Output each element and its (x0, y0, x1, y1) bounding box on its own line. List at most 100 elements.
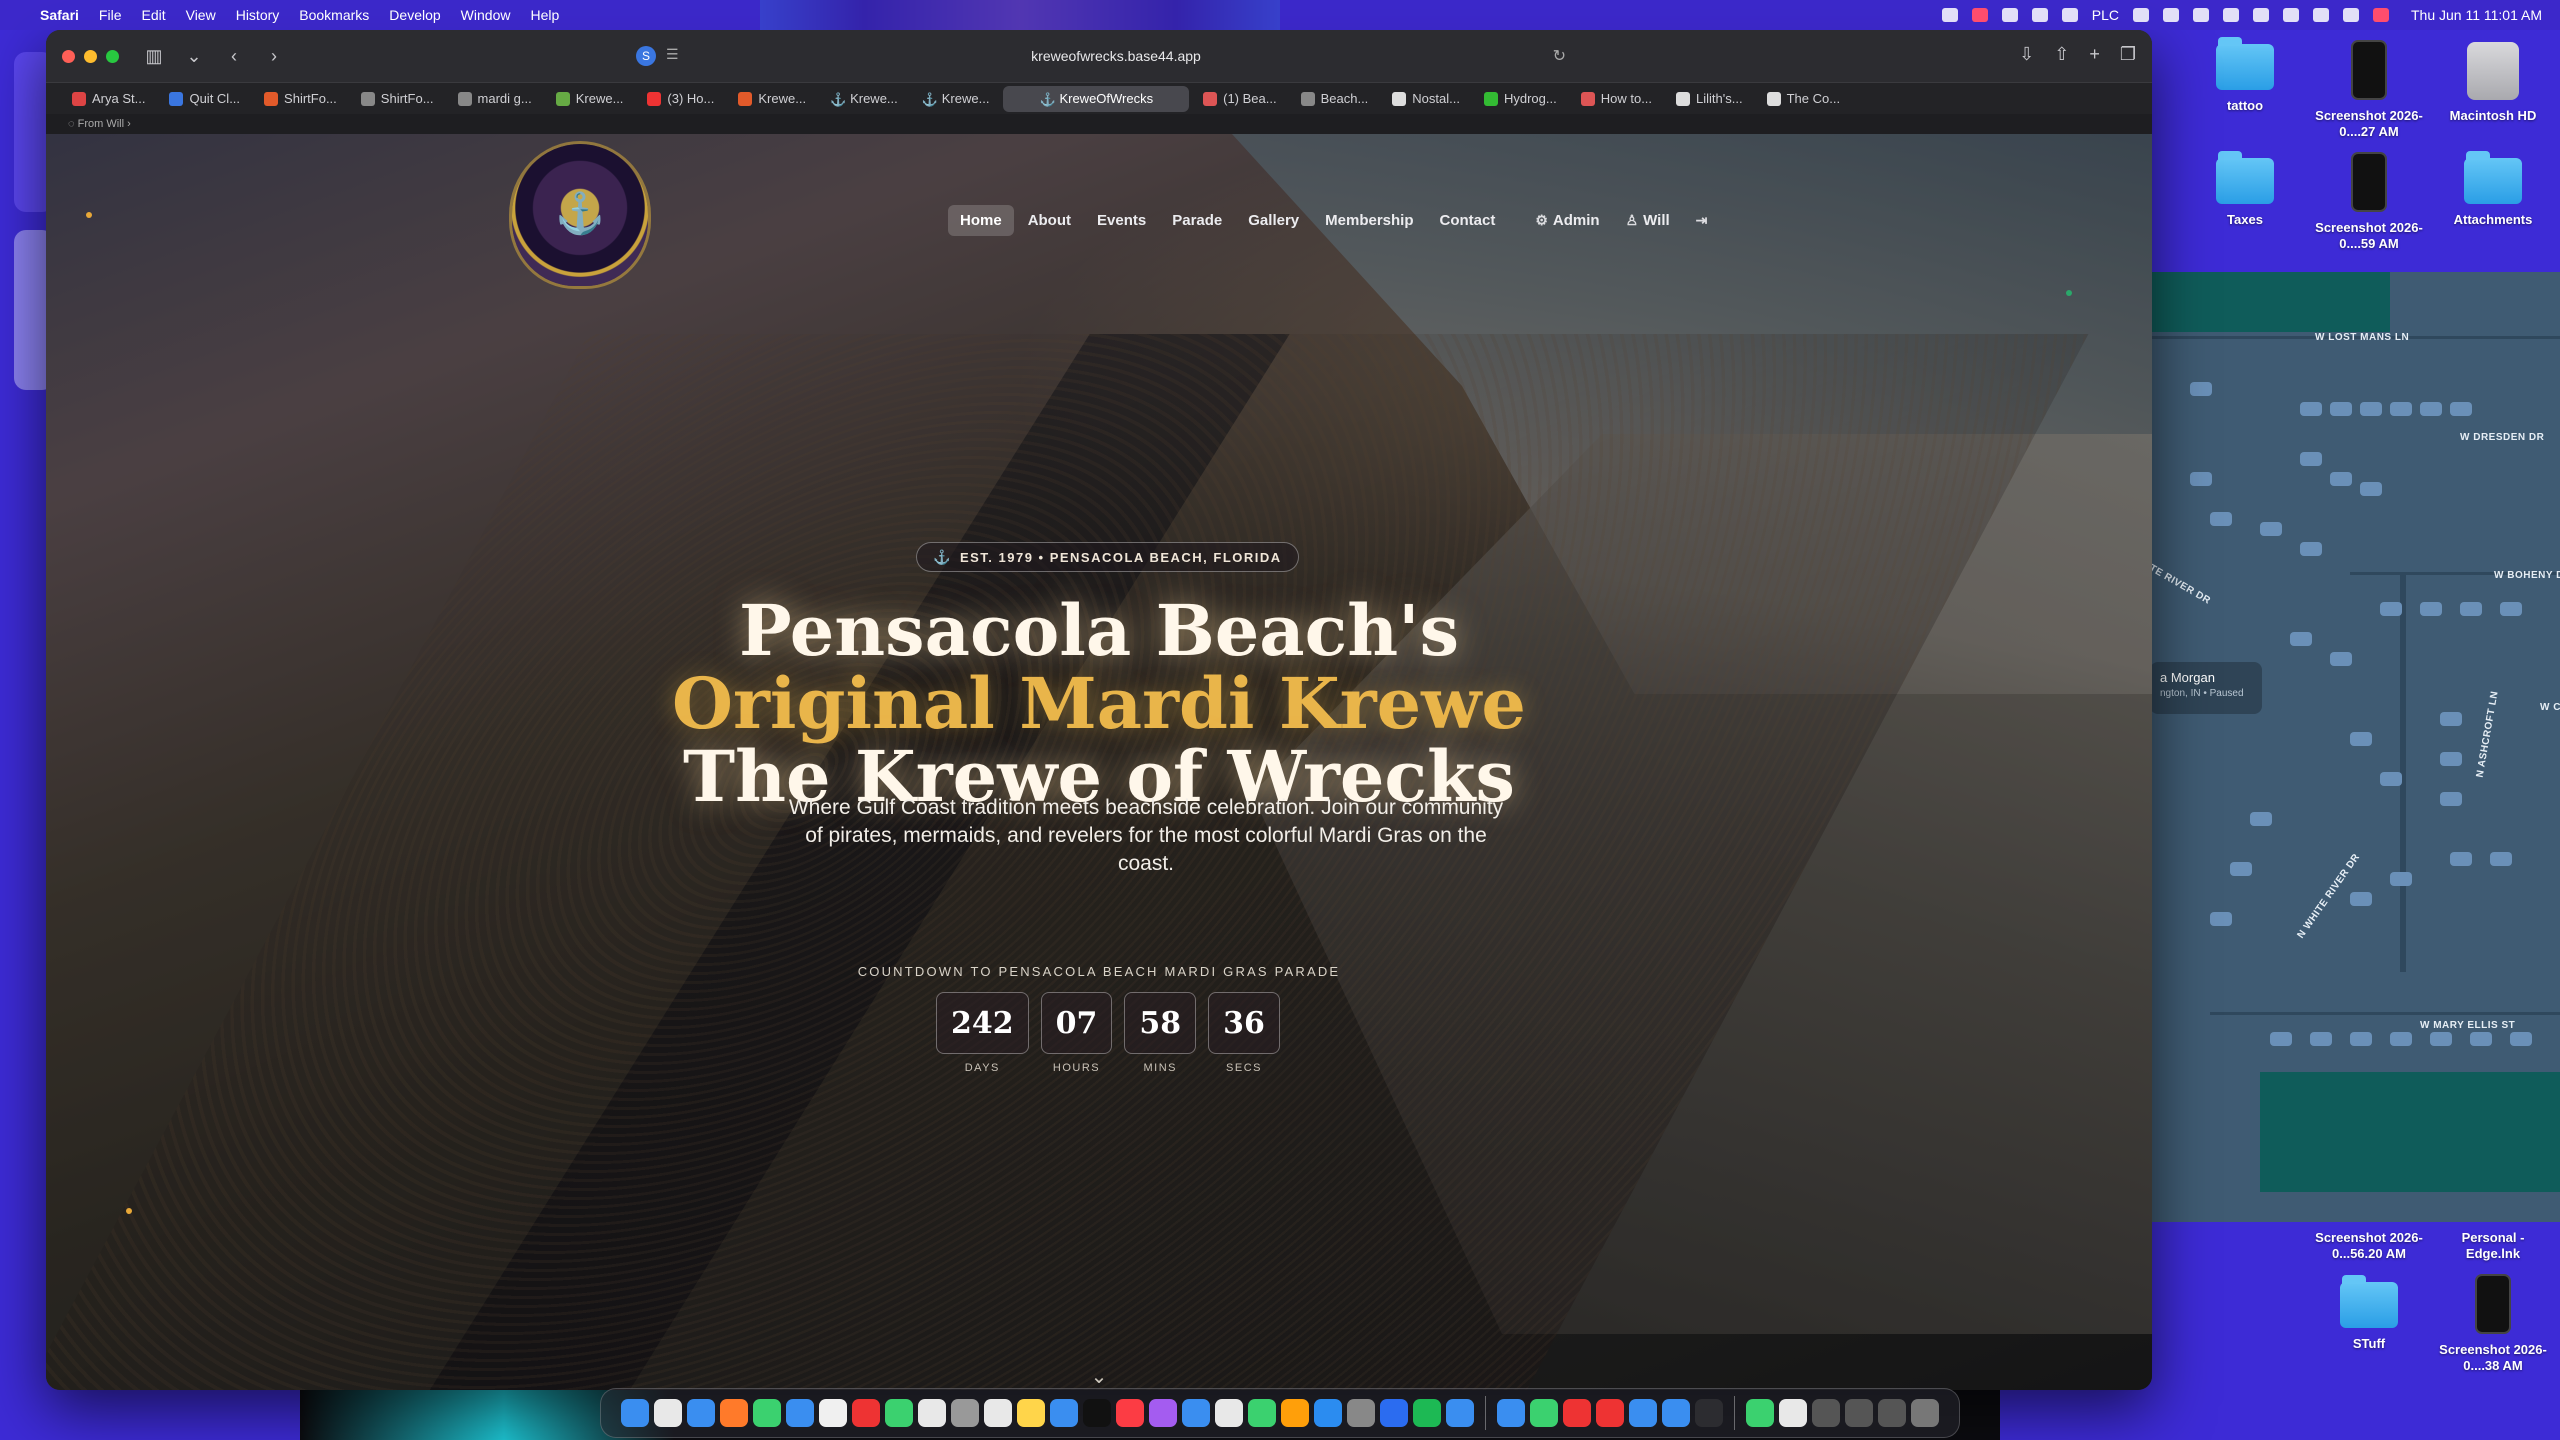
zoom-window-button[interactable] (106, 49, 119, 63)
minimize-window-button[interactable] (84, 49, 97, 63)
status-app-icon[interactable] (1941, 8, 1958, 22)
desktop-icon[interactable]: Taxes (2190, 151, 2300, 228)
volume-icon[interactable] (2222, 8, 2239, 22)
status-app-icon[interactable] (2031, 8, 2048, 22)
dock-app-icon[interactable] (1116, 1399, 1144, 1427)
maps-window[interactable]: W LOST MANS LN W DRESDEN DR W BOHENY DR … (2150, 272, 2560, 1222)
scroll-down-chevron-icon[interactable]: ⌄ (46, 1364, 2152, 1389)
nav-gallery[interactable]: Gallery (1236, 205, 1311, 236)
dock-app-icon[interactable] (1149, 1399, 1177, 1427)
browser-tab[interactable]: (1) Bea... (1193, 86, 1286, 112)
page-settings-icon[interactable]: ☰ (666, 46, 679, 63)
status-app-icon[interactable] (2162, 8, 2179, 22)
downloads-icon[interactable]: ⇩ (2019, 44, 2034, 65)
dock-app-icon[interactable] (1314, 1399, 1342, 1427)
extension-icon[interactable]: S (636, 46, 656, 66)
browser-tab[interactable]: ⚓ Krewe... (912, 86, 1000, 112)
browser-tab[interactable]: Krewe... (546, 86, 634, 112)
dock-app-icon[interactable] (1662, 1399, 1690, 1427)
dock-app-icon[interactable] (918, 1399, 946, 1427)
dock-app-icon[interactable] (1413, 1399, 1441, 1427)
back-arrow-icon[interactable]: ‹ (223, 46, 245, 67)
desktop-icon[interactable]: tattoo (2190, 37, 2300, 114)
wifi-icon[interactable] (2282, 8, 2299, 22)
browser-tab[interactable]: Beach... (1291, 86, 1379, 112)
dock-app-icon[interactable] (1182, 1399, 1210, 1427)
nav-about[interactable]: About (1016, 205, 1083, 236)
dock-app-icon[interactable] (885, 1399, 913, 1427)
browser-tab[interactable]: mardi g... (448, 86, 542, 112)
dock-app-icon[interactable] (786, 1399, 814, 1427)
menu-edit[interactable]: Edit (141, 7, 165, 23)
dock-app-icon[interactable] (1779, 1399, 1807, 1427)
dock-app-icon[interactable] (654, 1399, 682, 1427)
dock-app-icon[interactable] (852, 1399, 880, 1427)
nav-parade[interactable]: Parade (1160, 205, 1234, 236)
browser-tab[interactable]: Lilith's... (1666, 86, 1753, 112)
search-icon[interactable] (2312, 8, 2329, 22)
browser-tab[interactable]: Nostal... (1382, 86, 1470, 112)
map-location-card[interactable]: a Morgan ngton, IN • Paused (2150, 662, 2262, 714)
browser-tab[interactable]: How to... (1571, 86, 1662, 112)
status-app-icon[interactable] (2001, 8, 2018, 22)
menu-bookmarks[interactable]: Bookmarks (299, 7, 369, 23)
dock-app-icon[interactable] (1248, 1399, 1276, 1427)
browser-tab[interactable]: Arya St... (62, 86, 155, 112)
desktop-icon[interactable]: Screenshot 2026-0...56.20 AM (2314, 1222, 2424, 1262)
battery-icon[interactable] (2252, 8, 2269, 22)
dock-app-icon[interactable] (1347, 1399, 1375, 1427)
status-text[interactable]: PLC (2092, 7, 2119, 23)
dock-app-icon[interactable] (1695, 1399, 1723, 1427)
menu-file[interactable]: File (99, 7, 122, 23)
browser-tab[interactable]: Quit Cl... (159, 86, 250, 112)
dock-app-icon[interactable] (819, 1399, 847, 1427)
dock-app-icon[interactable] (1050, 1399, 1078, 1427)
dock-app-icon[interactable] (621, 1399, 649, 1427)
desktop-icon[interactable]: STuff (2314, 1275, 2424, 1352)
status-app-icon[interactable] (2132, 8, 2149, 22)
dock-app-icon[interactable] (1596, 1399, 1624, 1427)
nav-contact[interactable]: Contact (1428, 205, 1508, 236)
menu-window[interactable]: Window (461, 7, 511, 23)
sidebar-toggle-icon[interactable]: ▥ (143, 46, 165, 67)
dock-app-icon[interactable] (1629, 1399, 1657, 1427)
siri-icon[interactable] (2372, 8, 2389, 22)
menu-view[interactable]: View (186, 7, 216, 23)
menu-clock[interactable]: Thu Jun 11 11:01 AM (2411, 7, 2542, 23)
dock-app-icon[interactable] (951, 1399, 979, 1427)
menu-app-name[interactable]: Safari (40, 7, 79, 23)
reload-icon[interactable]: ↻ (1553, 46, 1566, 66)
dock-app-icon[interactable] (720, 1399, 748, 1427)
dock-app-icon[interactable] (1878, 1399, 1906, 1427)
nav-admin[interactable]: ⚙ Admin (1523, 205, 1611, 236)
dock-app-icon[interactable] (1017, 1399, 1045, 1427)
logout-button[interactable]: ⇥ (1684, 205, 1725, 236)
control-center-icon[interactable] (2342, 8, 2359, 22)
desktop-icon[interactable]: Screenshot 2026-0....38 AM (2438, 1274, 2548, 1374)
address-bar[interactable]: S ☰ kreweofwrecks.base44.app ↻ (636, 40, 1566, 72)
status-app-icon[interactable] (1971, 8, 1988, 22)
forward-arrow-icon[interactable]: › (263, 46, 285, 67)
dock-app-icon[interactable] (1083, 1399, 1111, 1427)
nav-events[interactable]: Events (1085, 205, 1158, 236)
desktop-icon[interactable]: Macintosh HD (2438, 42, 2548, 124)
shared-with-you-bar[interactable]: ◌ From Will › (46, 114, 2152, 134)
dock-app-icon[interactable] (1812, 1399, 1840, 1427)
menu-help[interactable]: Help (530, 7, 559, 23)
dock-app-icon[interactable] (1563, 1399, 1591, 1427)
browser-tab[interactable]: ShirtFo... (351, 86, 444, 112)
dock-app-icon[interactable] (687, 1399, 715, 1427)
bluetooth-icon[interactable] (2192, 8, 2209, 22)
browser-tab-active[interactable]: ⚓ KreweOfWrecks (1003, 85, 1190, 112)
dock-app-icon[interactable] (1380, 1399, 1408, 1427)
dock-app-icon[interactable] (1281, 1399, 1309, 1427)
dock-app-icon[interactable] (1215, 1399, 1243, 1427)
tab-overview-icon[interactable]: ❐ (2120, 44, 2136, 65)
desktop-icon[interactable]: Personal - Edge.lnk (2438, 1222, 2548, 1262)
dock-app-icon[interactable] (1845, 1399, 1873, 1427)
browser-tab[interactable]: (3) Ho... (637, 86, 724, 112)
dock-app-icon[interactable] (984, 1399, 1012, 1427)
krewe-logo[interactable] (512, 144, 648, 286)
nav-membership[interactable]: Membership (1313, 205, 1425, 236)
dock-app-icon[interactable] (1530, 1399, 1558, 1427)
